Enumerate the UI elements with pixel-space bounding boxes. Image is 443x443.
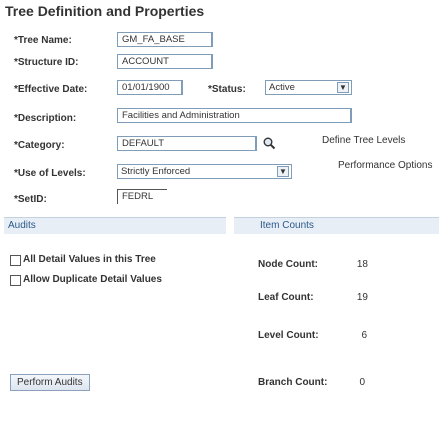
all-detail-values-checkbox[interactable]	[10, 255, 21, 266]
structure-id-field[interactable]: ACCOUNT	[117, 54, 213, 69]
performance-options-link[interactable]: Performance Options	[338, 160, 433, 171]
magnifier-lookup-icon[interactable]	[262, 136, 276, 150]
item-counts-header: Item Counts	[234, 217, 439, 234]
allow-duplicate-label: Allow Duplicate Detail Values	[23, 274, 162, 285]
tree-name-label: *Tree Name:	[14, 35, 72, 46]
allow-duplicate-checkbox[interactable]	[10, 275, 21, 286]
status-label: *Status:	[208, 84, 246, 95]
category-field[interactable]: DEFAULT	[117, 136, 257, 151]
effective-date-label: *Effective Date:	[14, 84, 88, 95]
node-count-label: Node Count:	[258, 259, 318, 270]
effective-date-field[interactable]: 01/01/1900	[117, 80, 183, 95]
tree-name-field[interactable]: GM_FA_BASE	[117, 32, 213, 47]
audits-header: Audits	[4, 217, 226, 234]
chevron-down-icon[interactable]: ▼	[277, 166, 289, 177]
status-select[interactable]: Active ▼	[265, 80, 352, 95]
all-detail-values-label: All Detail Values in this Tree	[23, 254, 156, 265]
level-count-label: Level Count:	[258, 330, 319, 341]
leaf-count-value: 19	[356, 292, 368, 303]
description-label: *Description:	[14, 113, 77, 124]
branch-count-value: 0	[359, 377, 365, 388]
use-of-levels-select[interactable]: Strictly Enforced ▼	[117, 164, 292, 179]
item-counts-header-label: Item Counts	[260, 220, 314, 231]
branch-count-label: Branch Count:	[258, 377, 328, 388]
page-title: Tree Definition and Properties	[5, 3, 205, 19]
setid-field: FEDRL	[117, 189, 167, 204]
description-field[interactable]: Facilities and Administration	[117, 108, 352, 123]
use-of-levels-label: *Use of Levels:	[14, 168, 86, 179]
structure-id-label: *Structure ID:	[14, 57, 79, 68]
perform-audits-button[interactable]: Perform Audits	[10, 374, 90, 391]
category-label: *Category:	[14, 140, 65, 151]
level-count-value: 6	[361, 330, 367, 341]
node-count-value: 18	[356, 259, 368, 270]
use-of-levels-value: Strictly Enforced	[121, 166, 191, 177]
chevron-down-icon[interactable]: ▼	[337, 82, 349, 93]
status-value: Active	[269, 82, 295, 93]
define-tree-levels-link[interactable]: Define Tree Levels	[322, 135, 405, 146]
setid-label: *SetID:	[14, 194, 47, 205]
leaf-count-label: Leaf Count:	[258, 292, 314, 303]
